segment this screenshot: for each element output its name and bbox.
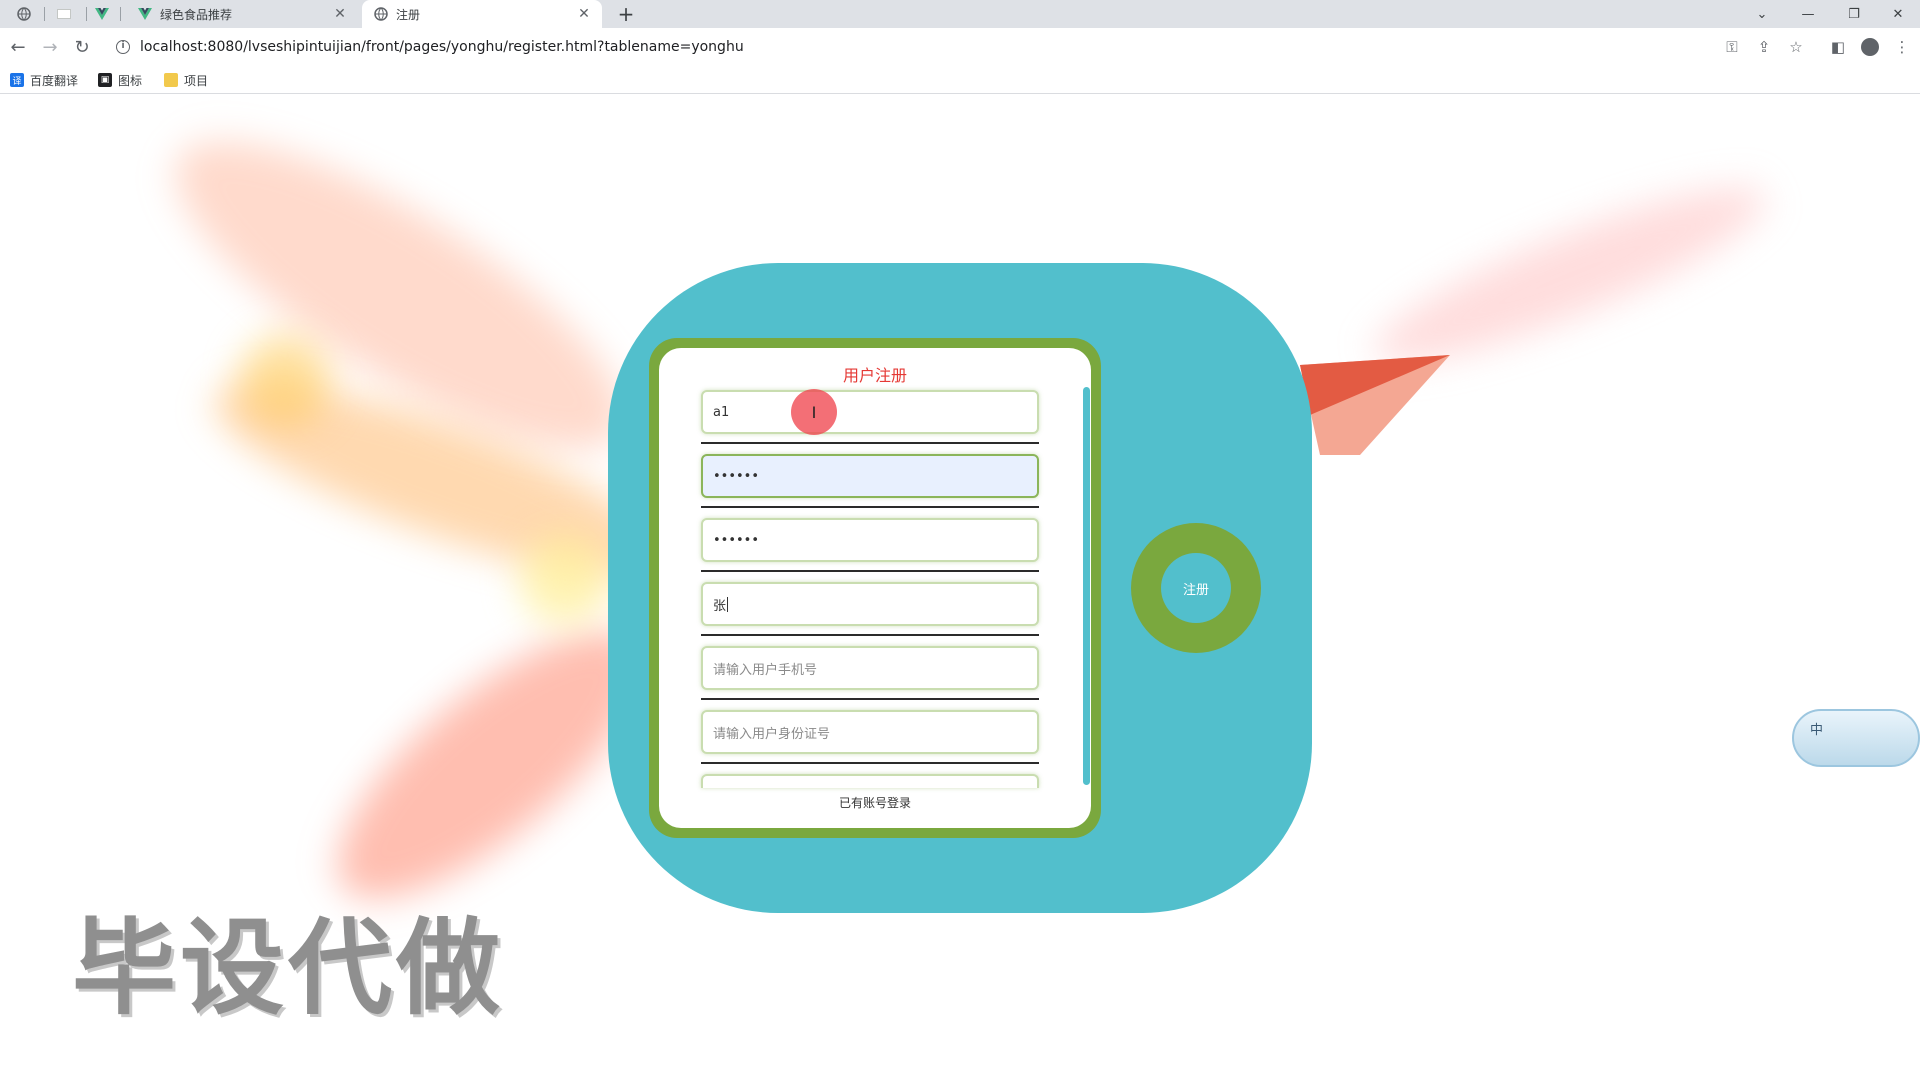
back-button[interactable]: ←: [4, 33, 32, 61]
bookmark-label: 项目: [184, 73, 209, 88]
info-icon[interactable]: i: [116, 40, 130, 54]
register-button[interactable]: 注册: [1161, 553, 1231, 623]
tab-search-button[interactable]: ⌄: [1740, 0, 1784, 28]
side-panel-icon: ◧: [1830, 38, 1846, 56]
folder-icon: [164, 73, 178, 87]
tab-strip: 绿色食品推荐 ✕ 注册 ✕ + ⌄ — ❐ ✕: [0, 0, 1920, 28]
menu-button[interactable]: ⋮: [1888, 33, 1916, 61]
confirm-password-field[interactable]: ••••••: [701, 518, 1039, 562]
image-icon: ▣: [98, 73, 112, 87]
address-bar[interactable]: i localhost:8080/lvseshipintuijian/front…: [106, 32, 1806, 62]
name-field[interactable]: 张: [701, 582, 1039, 626]
bookmarks-bar: 译 百度翻译 ▣ 图标 项目: [0, 66, 1920, 94]
bookmark-icons[interactable]: ▣ 图标: [98, 71, 142, 89]
phone-field[interactable]: 请输入用户手机号: [701, 646, 1039, 690]
bookmark-label: 图标: [118, 73, 143, 88]
field-divider: [701, 698, 1039, 700]
name-value: 张: [713, 598, 727, 614]
address-url[interactable]: localhost:8080/lvseshipintuijian/front/p…: [140, 39, 744, 55]
pinned-tab-blank[interactable]: [48, 0, 80, 28]
field-divider: [701, 634, 1039, 636]
close-icon[interactable]: ✕: [576, 6, 592, 22]
browser-toolbar: ← → ↻ i localhost:8080/lvseshipintuijian…: [0, 28, 1920, 66]
translate-icon: 译: [10, 73, 24, 87]
bookmark-project[interactable]: 项目: [164, 71, 208, 89]
tab-green-food[interactable]: 绿色食品推荐 ✕: [126, 0, 358, 28]
phone-placeholder: 请输入用户手机号: [713, 662, 818, 678]
bookmark-baidu-translate[interactable]: 译 百度翻译: [10, 71, 78, 89]
globe-icon: [374, 7, 388, 21]
close-window-button[interactable]: ✕: [1876, 0, 1920, 28]
username-field[interactable]: a1: [701, 390, 1039, 434]
share-icon: ⇪: [1757, 38, 1771, 56]
bookmark-label: 百度翻译: [30, 73, 79, 88]
reload-button[interactable]: ↻: [68, 33, 96, 61]
new-tab-button[interactable]: +: [614, 2, 638, 26]
pinned-tab-globe[interactable]: [8, 0, 40, 28]
text-cursor-icon: I: [811, 402, 817, 422]
profile-button[interactable]: [1856, 33, 1884, 61]
chevron-down-icon: ⌄: [1756, 6, 1768, 22]
register-form: 用户注册 a1 •••••• •••••• 张 请输入用户手机号 请输入用户身份…: [659, 348, 1091, 828]
password-key-button[interactable]: ⚿: [1718, 33, 1746, 61]
page-viewport: 毕设代做 用户注册 a1 •••••• •••••• 张 请输入用户手机号 请输…: [0, 95, 1920, 1072]
vue-logo-icon: [95, 8, 109, 20]
text-caret: [727, 596, 729, 612]
background-glow: [520, 535, 610, 625]
avatar-icon: [1861, 38, 1879, 56]
cursor-highlight: I: [791, 389, 837, 435]
form-scrollbar[interactable]: [1083, 387, 1090, 785]
close-icon[interactable]: ✕: [332, 6, 348, 22]
ime-floating-widget[interactable]: 中: [1792, 709, 1920, 767]
forward-button[interactable]: →: [36, 33, 64, 61]
star-icon: ☆: [1789, 38, 1803, 56]
tab-register[interactable]: 注册 ✕: [362, 0, 602, 28]
blank-page-icon: [57, 9, 71, 19]
pinned-tab-vue[interactable]: [88, 0, 116, 28]
field-divider: [701, 506, 1039, 508]
login-link[interactable]: 已有账号登录: [659, 794, 1091, 811]
paper-plane-decoration: [1300, 355, 1450, 455]
watermark-text: 毕设代做: [72, 907, 505, 1029]
restore-button[interactable]: ❐: [1832, 0, 1876, 28]
confirm-password-value: ••••••: [713, 532, 760, 548]
reload-icon: ↻: [74, 36, 90, 58]
id-card-placeholder: 请输入用户身份证号: [713, 726, 831, 742]
share-button[interactable]: ⇪: [1750, 33, 1778, 61]
tab-title: 绿色食品推荐: [160, 7, 233, 22]
next-field-partial[interactable]: [701, 774, 1039, 788]
field-divider: [701, 442, 1039, 444]
username-value: a1: [713, 404, 730, 420]
tab-title: 注册: [396, 7, 421, 22]
minimize-button[interactable]: —: [1786, 0, 1830, 28]
arrow-left-icon: ←: [10, 36, 26, 58]
more-vert-icon: ⋮: [1894, 38, 1910, 56]
close-icon: ✕: [1892, 6, 1904, 22]
password-field[interactable]: ••••••: [701, 454, 1039, 498]
restore-icon: ❐: [1848, 6, 1860, 22]
vue-logo-icon: [138, 8, 152, 20]
id-card-field[interactable]: 请输入用户身份证号: [701, 710, 1039, 754]
globe-icon: [17, 7, 31, 21]
ime-mode-label: 中: [1810, 723, 1824, 738]
field-divider: [701, 570, 1039, 572]
form-title: 用户注册: [842, 366, 907, 385]
arrow-right-icon: →: [42, 36, 58, 58]
field-divider: [701, 762, 1039, 764]
bookmark-star-button[interactable]: ☆: [1782, 33, 1810, 61]
key-icon: ⚿: [1726, 38, 1738, 56]
minimize-icon: —: [1801, 6, 1815, 22]
password-value: ••••••: [713, 468, 760, 484]
side-panel-button[interactable]: ◧: [1824, 33, 1852, 61]
background-glow: [240, 335, 330, 425]
